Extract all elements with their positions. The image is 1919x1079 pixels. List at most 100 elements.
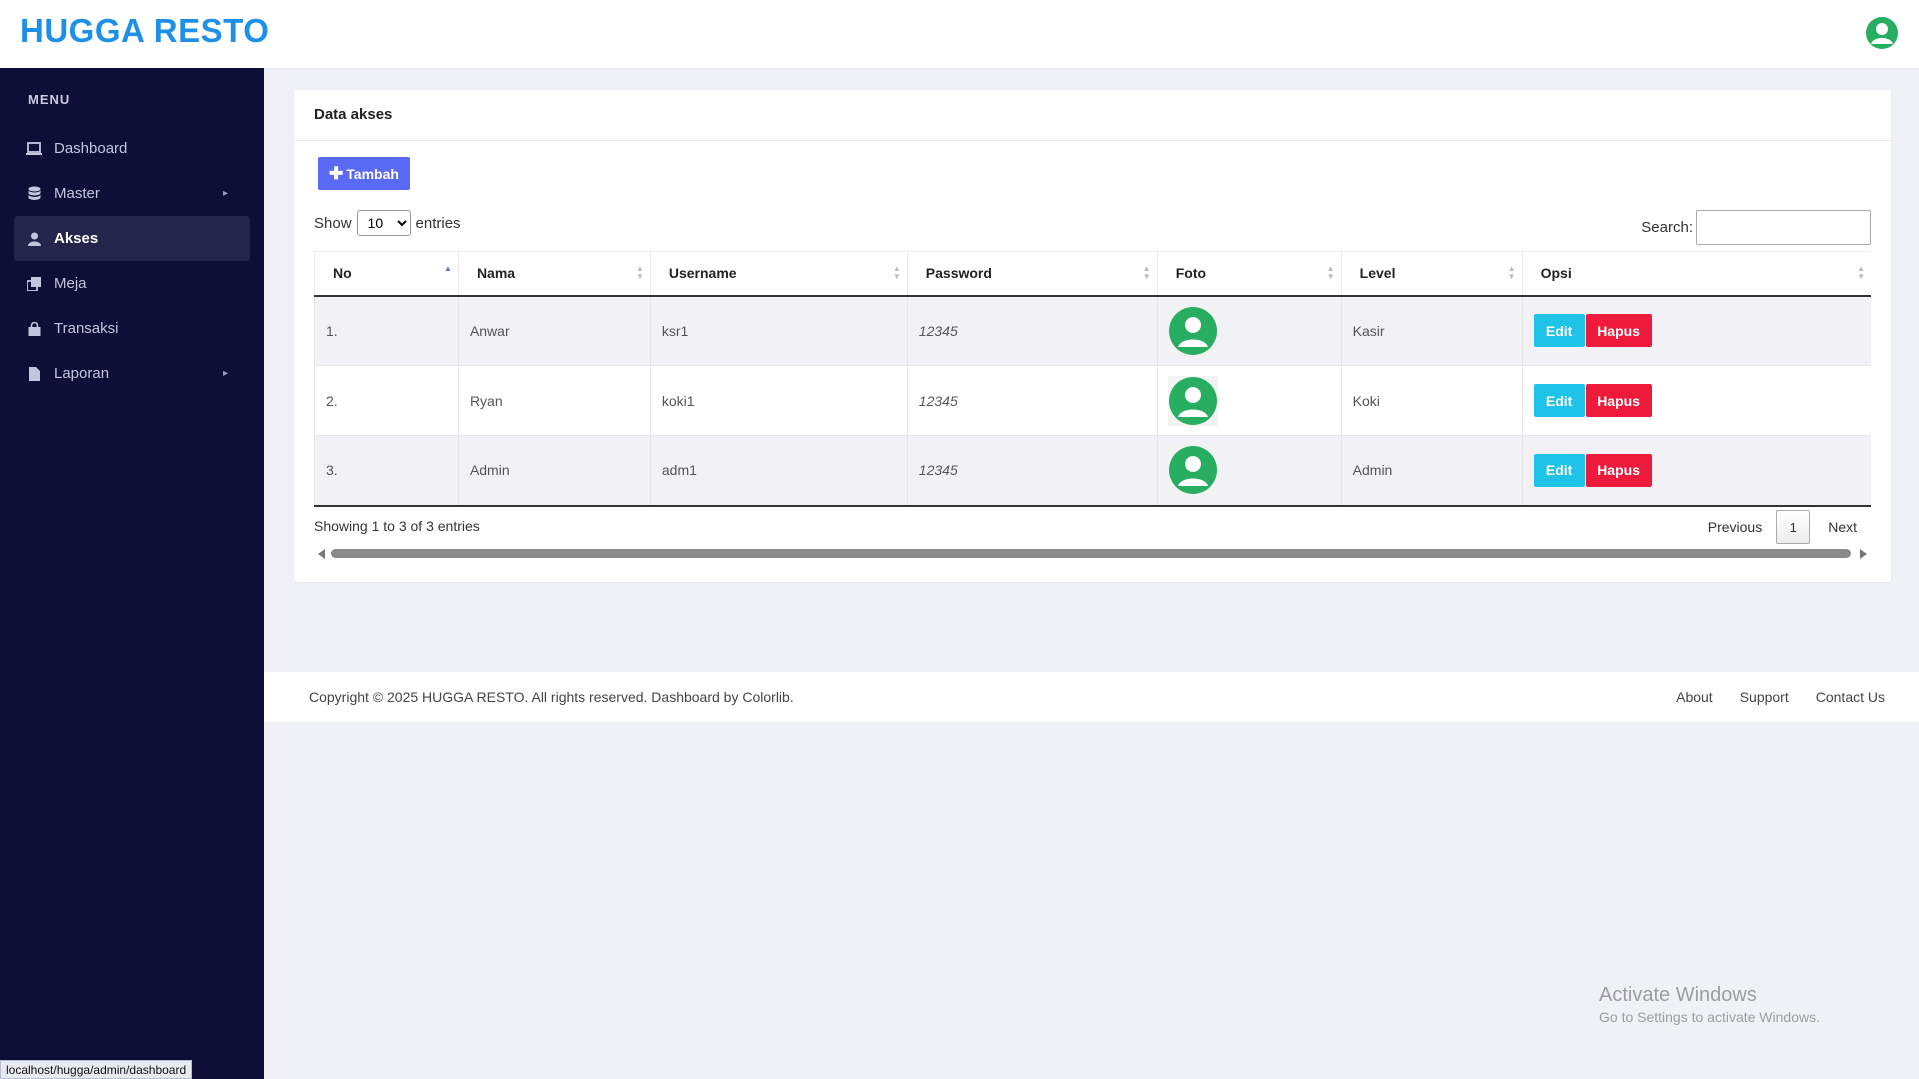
cell-level: Admin: [1341, 435, 1523, 507]
activate-subtitle: Go to Settings to activate Windows.: [1599, 1009, 1820, 1025]
file-icon: [26, 366, 42, 382]
cell-no: 3.: [314, 435, 459, 507]
table-header-row: No ▲ Nama ▲ ▼ Username ▲ ▼ Password ▲ ▼ Foto ▲ ▼ …: [314, 251, 1871, 297]
sidebar-nav: Dashboard Master ▸ Akses Meja Transaksi …: [14, 126, 250, 396]
cell-password: 12345: [907, 435, 1158, 507]
sort-icon: ▲ ▼: [892, 264, 901, 281]
delete-button[interactable]: Hapus: [1585, 384, 1652, 417]
cell-nama: Admin: [458, 435, 651, 507]
show-label: Show: [314, 214, 352, 232]
table-row: 1. Anwar ksr1 12345 Kasir Edit Hapus: [314, 295, 1871, 366]
search-input[interactable]: [1696, 210, 1871, 245]
sidebar-item-dashboard[interactable]: Dashboard: [14, 126, 250, 171]
cell-opsi: Edit Hapus: [1522, 295, 1871, 366]
scroll-right-icon[interactable]: [1860, 549, 1867, 559]
column-header-username[interactable]: Username ▲ ▼: [650, 251, 908, 297]
sidebar-item-meja[interactable]: Meja: [14, 261, 250, 306]
status-bar-url: localhost/hugga/admin/dashboard: [0, 1060, 193, 1079]
cell-level: Kasir: [1341, 295, 1523, 366]
edit-button[interactable]: Edit: [1533, 314, 1585, 348]
column-header-password[interactable]: Password ▲ ▼: [907, 251, 1158, 297]
sidebar-item-label: Meja: [54, 275, 87, 292]
next-button[interactable]: Next: [1828, 519, 1857, 535]
sidebar-item-laporan[interactable]: Laporan ▸: [14, 351, 250, 396]
sidebar-item-label: Dashboard: [54, 140, 128, 157]
menu-title: MENU: [28, 92, 71, 107]
chevron-right-icon: ▸: [222, 368, 228, 379]
shopping-bag-icon: [26, 321, 42, 337]
cell-foto: [1157, 295, 1342, 366]
database-icon: [26, 186, 42, 202]
scroll-left-icon[interactable]: [318, 549, 325, 559]
edit-button[interactable]: Edit: [1533, 384, 1585, 417]
laptop-icon: [26, 141, 42, 157]
table-info: Showing 1 to 3 of 3 entries: [314, 518, 480, 534]
pagination: Previous 1 Next: [1708, 510, 1857, 544]
horizontal-scrollbar[interactable]: [314, 547, 1871, 561]
previous-button[interactable]: Previous: [1708, 519, 1762, 535]
sidebar-item-label: Laporan: [54, 365, 110, 382]
sort-icon: ▲ ▼: [1507, 264, 1516, 281]
copyright-text: Copyright © 2025 HUGGA RESTO. All rights…: [309, 689, 794, 705]
sidebar-item-label: Transaksi: [54, 320, 119, 337]
edit-button[interactable]: Edit: [1533, 453, 1585, 487]
column-header-foto[interactable]: Foto ▲ ▼: [1157, 251, 1342, 297]
user-avatar-icon: [1167, 375, 1218, 426]
sort-icon: ▲ ▼: [1326, 264, 1335, 281]
cell-opsi: Edit Hapus: [1522, 365, 1871, 436]
data-akses-card: Data akses ✚ Tambah Show 10 entries Sear…: [294, 90, 1891, 582]
cell-nama: Ryan: [458, 365, 651, 436]
activate-windows-watermark: Activate Windows Go to Settings to activ…: [1599, 984, 1820, 1025]
scrollbar-thumb[interactable]: [331, 549, 1851, 558]
sidebar-item-akses[interactable]: Akses: [14, 216, 250, 261]
footer: Copyright © 2025 HUGGA RESTO. All rights…: [264, 672, 1919, 722]
cell-password: 12345: [907, 295, 1158, 366]
add-button-label: Tambah: [346, 165, 399, 182]
sidebar-item-master[interactable]: Master ▸: [14, 171, 250, 216]
brand-logo[interactable]: HUGGA RESTO: [20, 12, 269, 50]
footer-link-contact[interactable]: Contact Us: [1816, 689, 1885, 705]
sidebar-item-label: Akses: [54, 230, 99, 247]
plus-icon: ✚: [329, 164, 344, 183]
column-header-opsi[interactable]: Opsi ▲ ▼: [1522, 251, 1871, 297]
delete-button[interactable]: Hapus: [1585, 453, 1652, 487]
column-header-level[interactable]: Level ▲ ▼: [1341, 251, 1523, 297]
cell-foto: [1157, 435, 1342, 507]
table-row: 2. Ryan koki1 12345 Koki Edit Hapus: [314, 365, 1871, 436]
sidebar: MENU Dashboard Master ▸ Akses Meja Trans…: [0, 68, 264, 1079]
sort-icon: ▲ ▼: [635, 264, 644, 281]
sort-icon: ▲ ▼: [1857, 264, 1865, 281]
user-avatar-icon[interactable]: [1865, 16, 1899, 50]
page-length-select[interactable]: 10: [356, 210, 411, 236]
user-avatar-icon: [1167, 305, 1218, 356]
cell-opsi: Edit Hapus: [1522, 435, 1871, 507]
column-header-no[interactable]: No ▲: [314, 251, 459, 297]
table-row: 3. Admin adm1 12345 Admin Edit Hapus: [314, 435, 1871, 507]
top-bar: HUGGA RESTO: [0, 0, 1919, 68]
sidebar-item-label: Master: [54, 185, 100, 202]
cell-no: 1.: [314, 295, 459, 366]
sort-icon: ▲ ▼: [1142, 264, 1151, 281]
cell-username: adm1: [650, 435, 908, 507]
delete-button[interactable]: Hapus: [1585, 314, 1652, 348]
cell-foto: [1157, 365, 1342, 436]
footer-link-about[interactable]: About: [1676, 689, 1713, 705]
chevron-right-icon: ▸: [222, 188, 228, 199]
cell-no: 2.: [314, 365, 459, 436]
cell-username: ksr1: [650, 295, 908, 366]
page-length-control: Show 10 entries: [314, 210, 461, 236]
cell-nama: Anwar: [458, 295, 651, 366]
add-button[interactable]: ✚ Tambah: [318, 157, 410, 190]
footer-link-support[interactable]: Support: [1740, 689, 1789, 705]
sort-icon: ▲: [444, 264, 452, 273]
sidebar-item-transaksi[interactable]: Transaksi: [14, 306, 250, 351]
search-label: Search:: [1641, 219, 1693, 236]
akses-table: No ▲ Nama ▲ ▼ Username ▲ ▼ Password ▲ ▼ Foto ▲ ▼ …: [314, 251, 1871, 507]
user-icon: [26, 231, 42, 247]
column-header-nama[interactable]: Nama ▲ ▼: [458, 251, 651, 297]
cell-level: Koki: [1341, 365, 1523, 436]
search-control: Search:: [1641, 210, 1871, 245]
entries-label: entries: [415, 214, 461, 232]
page-button-1[interactable]: 1: [1776, 510, 1811, 544]
card-title: Data akses: [294, 90, 1891, 141]
